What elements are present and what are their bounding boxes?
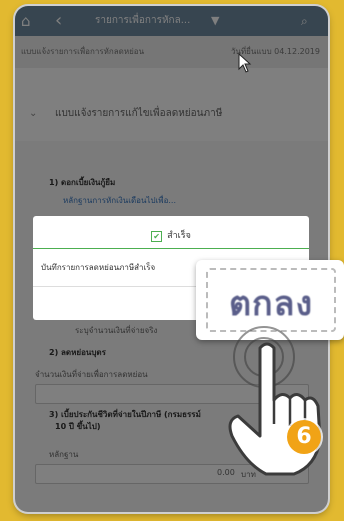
dialog-message: บันทึกรายการลดหย่อนภาษีสำเร็จ — [41, 263, 156, 272]
mouse-cursor-icon — [238, 53, 252, 73]
check-icon: ✔ — [151, 231, 163, 242]
dialog-header: ✔ สำเร็จ — [33, 224, 309, 249]
ok-button-outline: ตกลง — [206, 268, 336, 332]
step-badge: 6 — [287, 420, 321, 454]
ok-button-label: ตกลง — [228, 284, 314, 324]
pointing-hand-icon — [228, 342, 322, 476]
dialog-title: สำเร็จ — [167, 231, 191, 241]
